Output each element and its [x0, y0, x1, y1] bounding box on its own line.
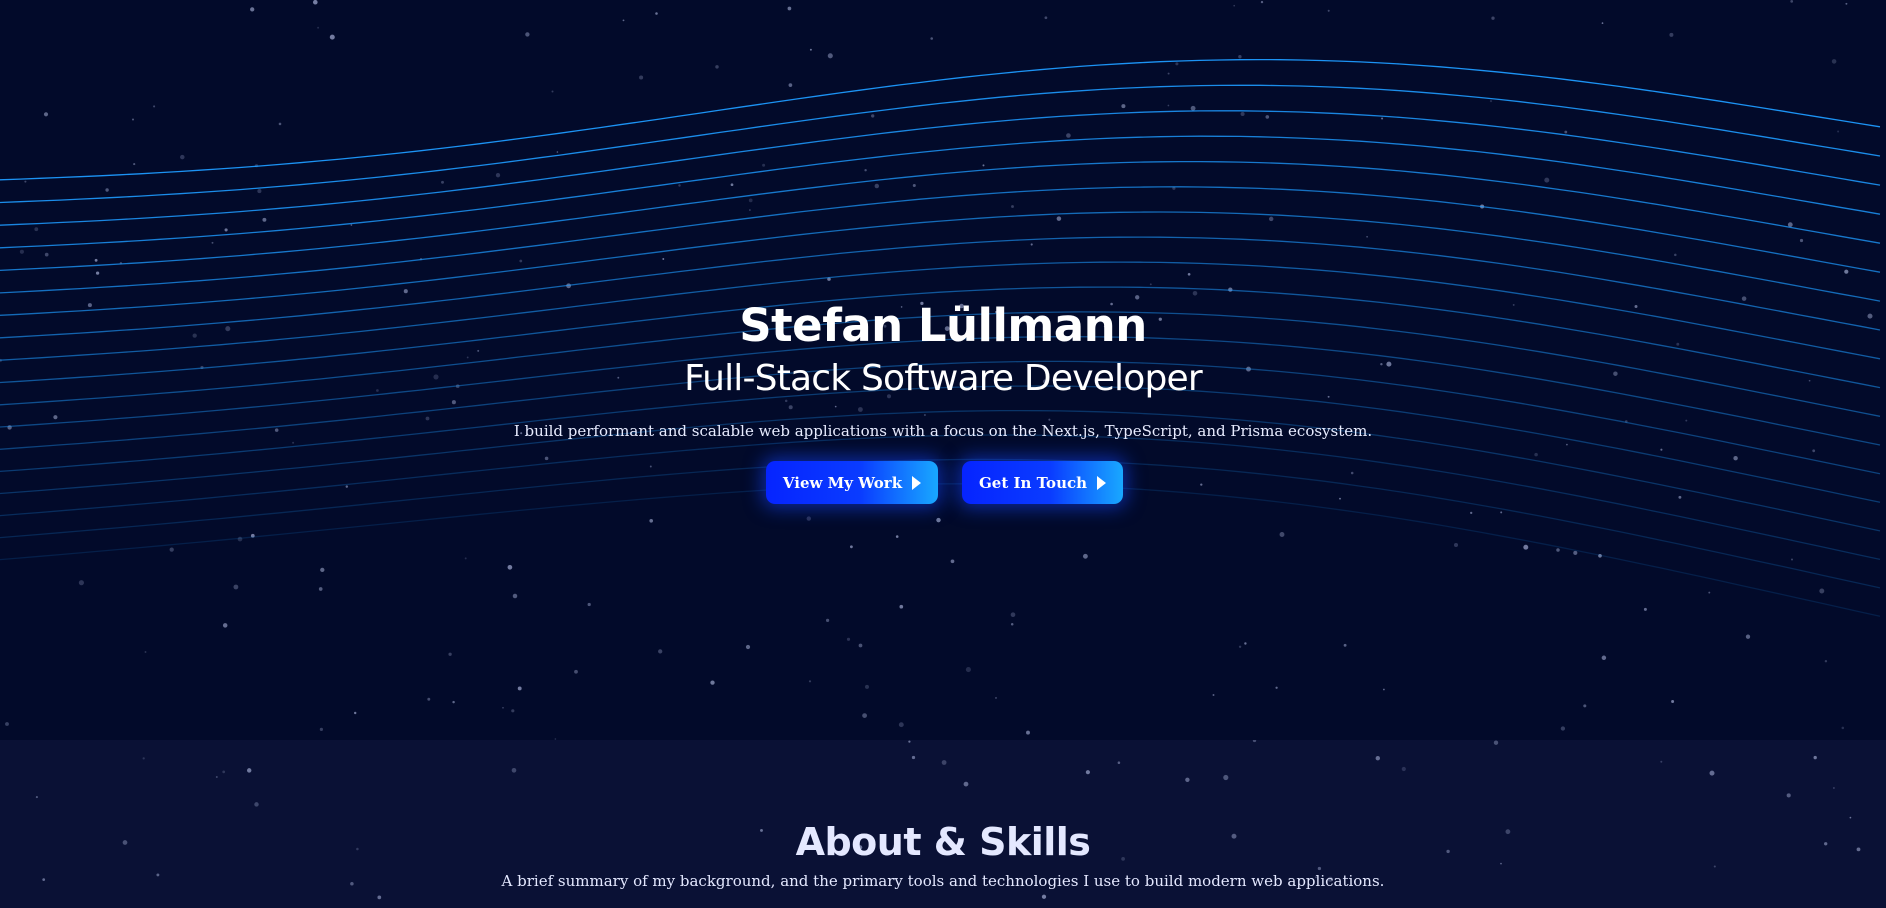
page: Stefan Lüllmann Full-Stack Software Deve…	[0, 0, 1886, 908]
star-dot	[377, 895, 382, 900]
star-dot	[511, 767, 517, 773]
star-dot	[215, 775, 218, 779]
star-dot	[142, 757, 145, 760]
star-dot	[911, 755, 916, 760]
about-title: About & Skills	[795, 820, 1091, 864]
get-in-touch-label: Get In Touch	[978, 473, 1088, 492]
hero-tagline: I build performant and scalable web appl…	[513, 422, 1373, 440]
star-dot	[1401, 766, 1406, 772]
star-dot	[941, 760, 947, 765]
star-dot	[1041, 894, 1047, 899]
star-dot	[1709, 770, 1715, 776]
star-dot	[222, 770, 226, 774]
star-dot	[1185, 777, 1190, 782]
play-arrow-icon	[912, 475, 922, 490]
about-section: About & Skills A brief summary of my bac…	[0, 740, 1886, 908]
star-dot	[1085, 770, 1090, 775]
star-dot	[1493, 740, 1499, 745]
star-dot	[254, 802, 259, 807]
star-dot	[1786, 793, 1791, 798]
star-dot	[1660, 760, 1663, 763]
star-dot	[1813, 755, 1817, 760]
hero-role: Full-Stack Software Developer	[684, 358, 1203, 399]
view-my-work-button[interactable]: View My Work	[766, 461, 938, 504]
star-dot	[1375, 756, 1380, 761]
get-in-touch-button[interactable]: Get In Touch	[962, 461, 1123, 504]
play-arrow-icon	[1097, 475, 1107, 490]
star-dot	[1117, 761, 1121, 764]
star-dot	[1252, 740, 1257, 743]
star-dot	[963, 781, 969, 787]
hero-name: Stefan Lüllmann	[739, 299, 1147, 352]
view-my-work-label: View My Work	[782, 473, 903, 492]
star-dot	[1223, 774, 1229, 781]
hero-section: Stefan Lüllmann Full-Stack Software Deve…	[0, 0, 1886, 740]
star-dot	[908, 740, 911, 743]
star-dot	[246, 768, 252, 773]
hero-content: Stefan Lüllmann Full-Stack Software Deve…	[0, 0, 1886, 740]
star-dot	[1832, 787, 1835, 789]
about-subtitle: A brief summary of my background, and th…	[501, 872, 1385, 890]
star-dot	[35, 796, 38, 799]
